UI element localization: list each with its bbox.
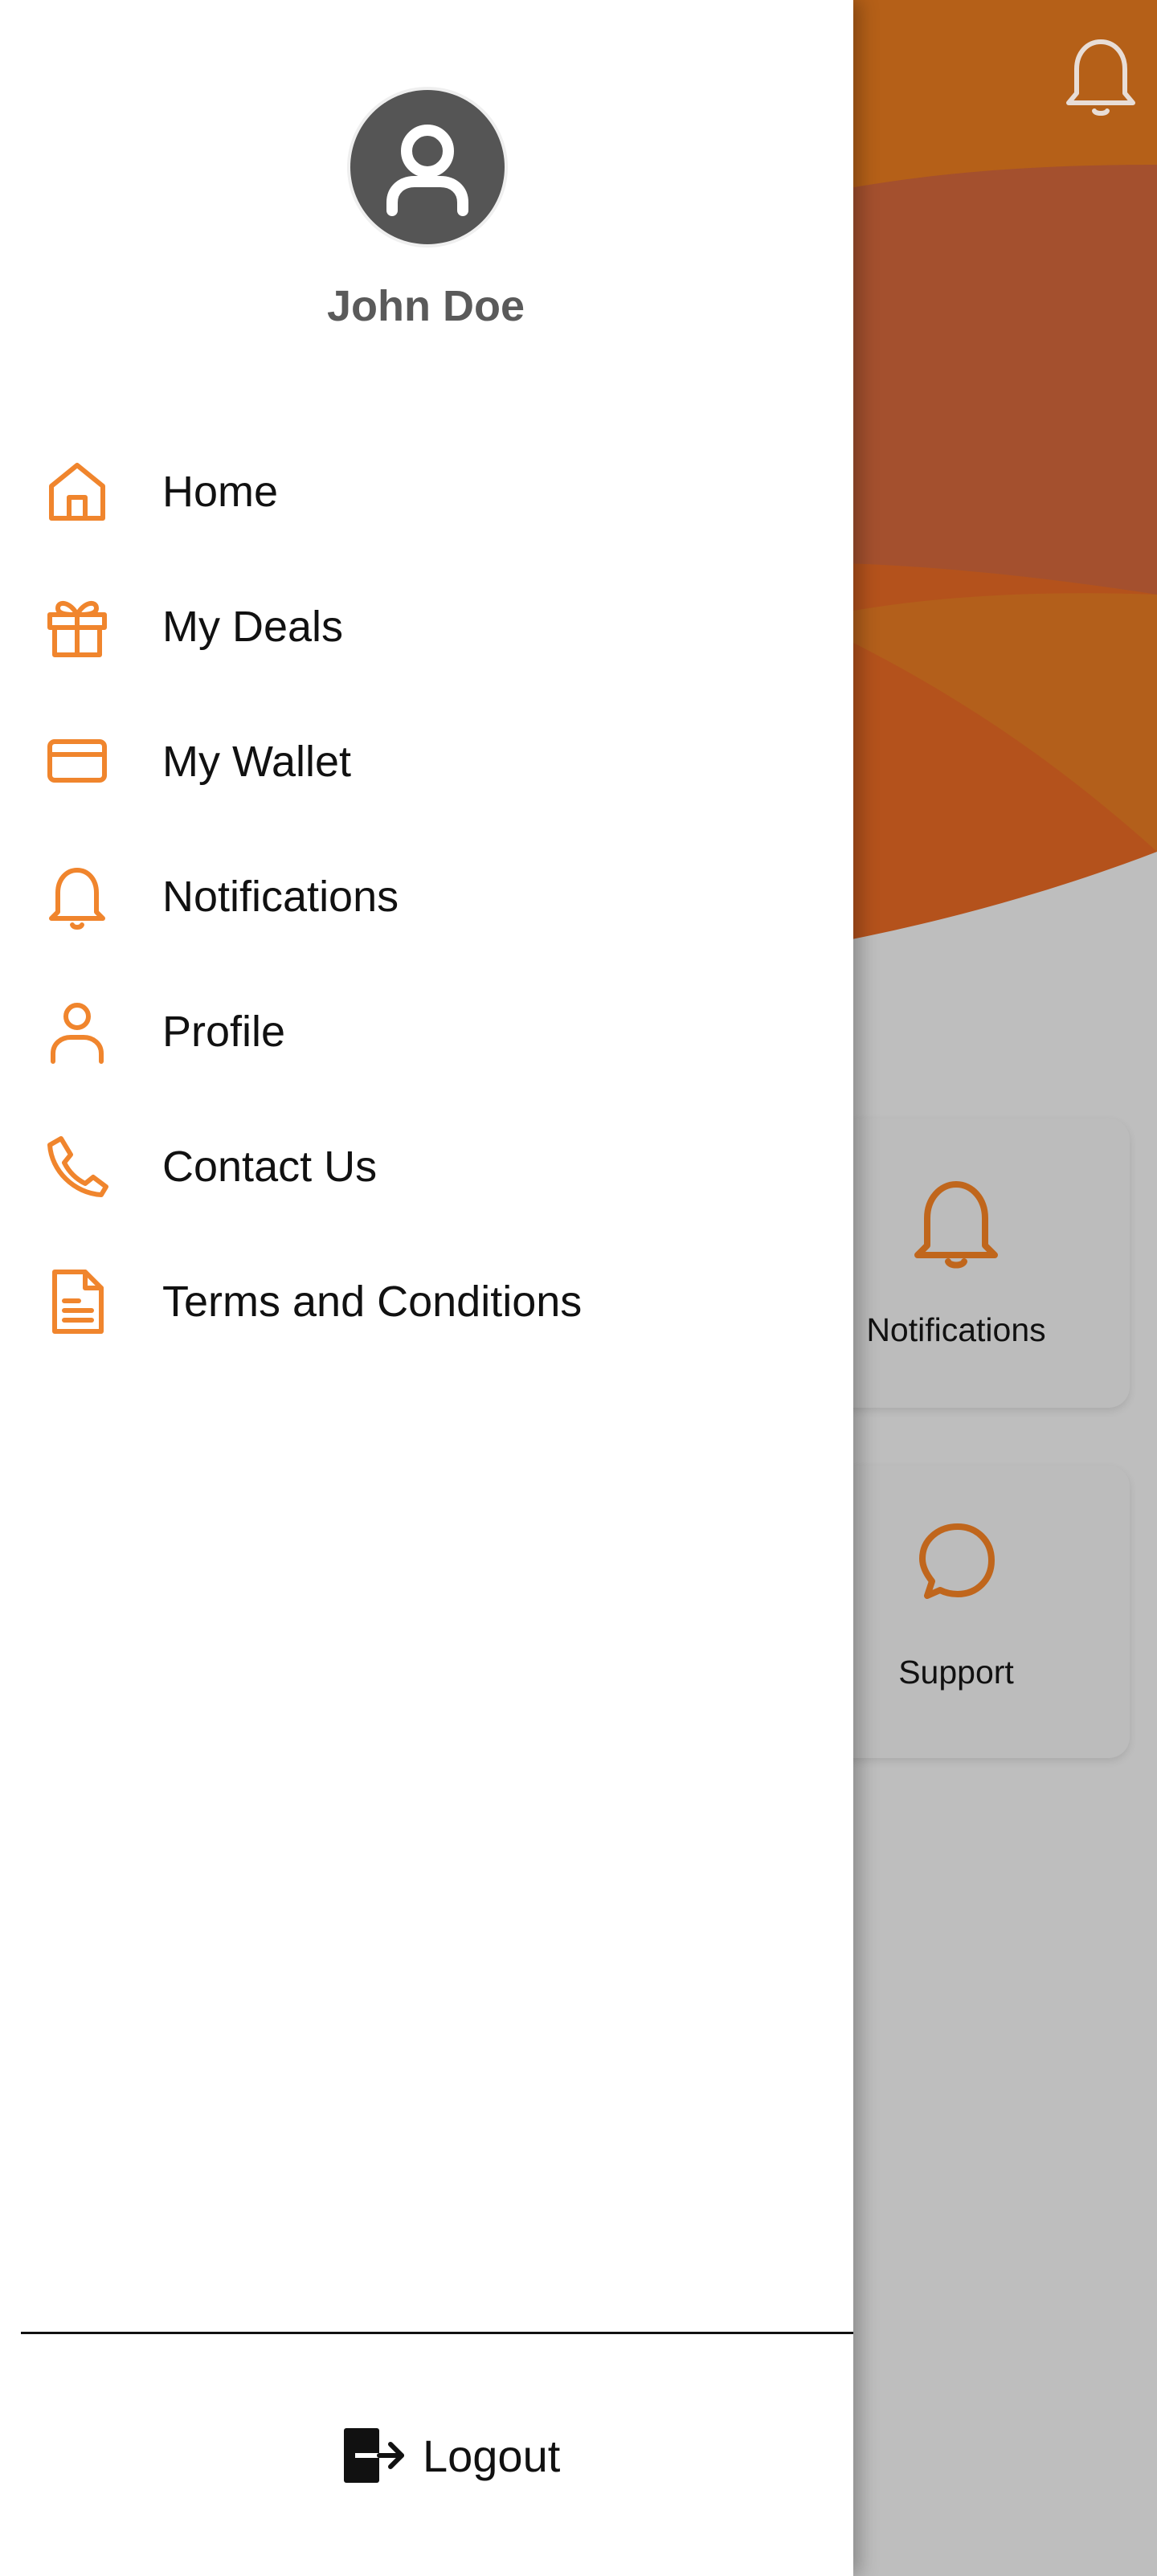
navigation-drawer: John Doe Home My Deals My Wallet Notific… [0, 0, 853, 2576]
menu-item-profile[interactable]: Profile [0, 966, 853, 1086]
gift-icon [47, 600, 107, 657]
menu-label-notifications: Notifications [162, 873, 399, 921]
phone-icon [47, 1136, 108, 1197]
logout-icon [344, 2428, 404, 2483]
bell-icon [906, 1171, 1006, 1271]
app-screen: Notifications Support John Doe Home My D… [0, 0, 1157, 2576]
menu-label-terms-and-conditions: Terms and Conditions [162, 1278, 583, 1326]
logout-label: Logout [423, 2431, 561, 2481]
header-bell-icon[interactable] [1061, 31, 1141, 117]
user-avatar[interactable] [350, 90, 505, 244]
chat-bubble-icon [906, 1515, 1006, 1615]
bell-icon [49, 868, 105, 930]
menu-item-home[interactable]: Home [0, 426, 853, 546]
menu-item-terms-and-conditions[interactable]: Terms and Conditions [0, 1236, 853, 1356]
logout-button[interactable]: Logout [337, 2419, 578, 2491]
drawer-divider [21, 2332, 853, 2334]
user-circle-icon [386, 125, 468, 216]
user-icon [51, 1003, 104, 1064]
user-name: John Doe [326, 282, 525, 330]
document-icon [52, 1270, 104, 1334]
menu-label-profile: Profile [162, 1008, 286, 1056]
credit-card-icon [47, 739, 107, 783]
menu-label-home: Home [162, 468, 279, 516]
menu-label-my-deals: My Deals [162, 603, 344, 651]
menu-label-my-wallet: My Wallet [162, 738, 352, 786]
menu-item-contact-us[interactable]: Contact Us [0, 1101, 853, 1221]
menu-item-notifications[interactable]: Notifications [0, 831, 853, 951]
menu-item-my-wallet[interactable]: My Wallet [0, 696, 853, 816]
menu-label-contact-us: Contact Us [162, 1143, 378, 1191]
home-icon [49, 463, 105, 521]
menu-item-my-deals[interactable]: My Deals [0, 561, 853, 681]
